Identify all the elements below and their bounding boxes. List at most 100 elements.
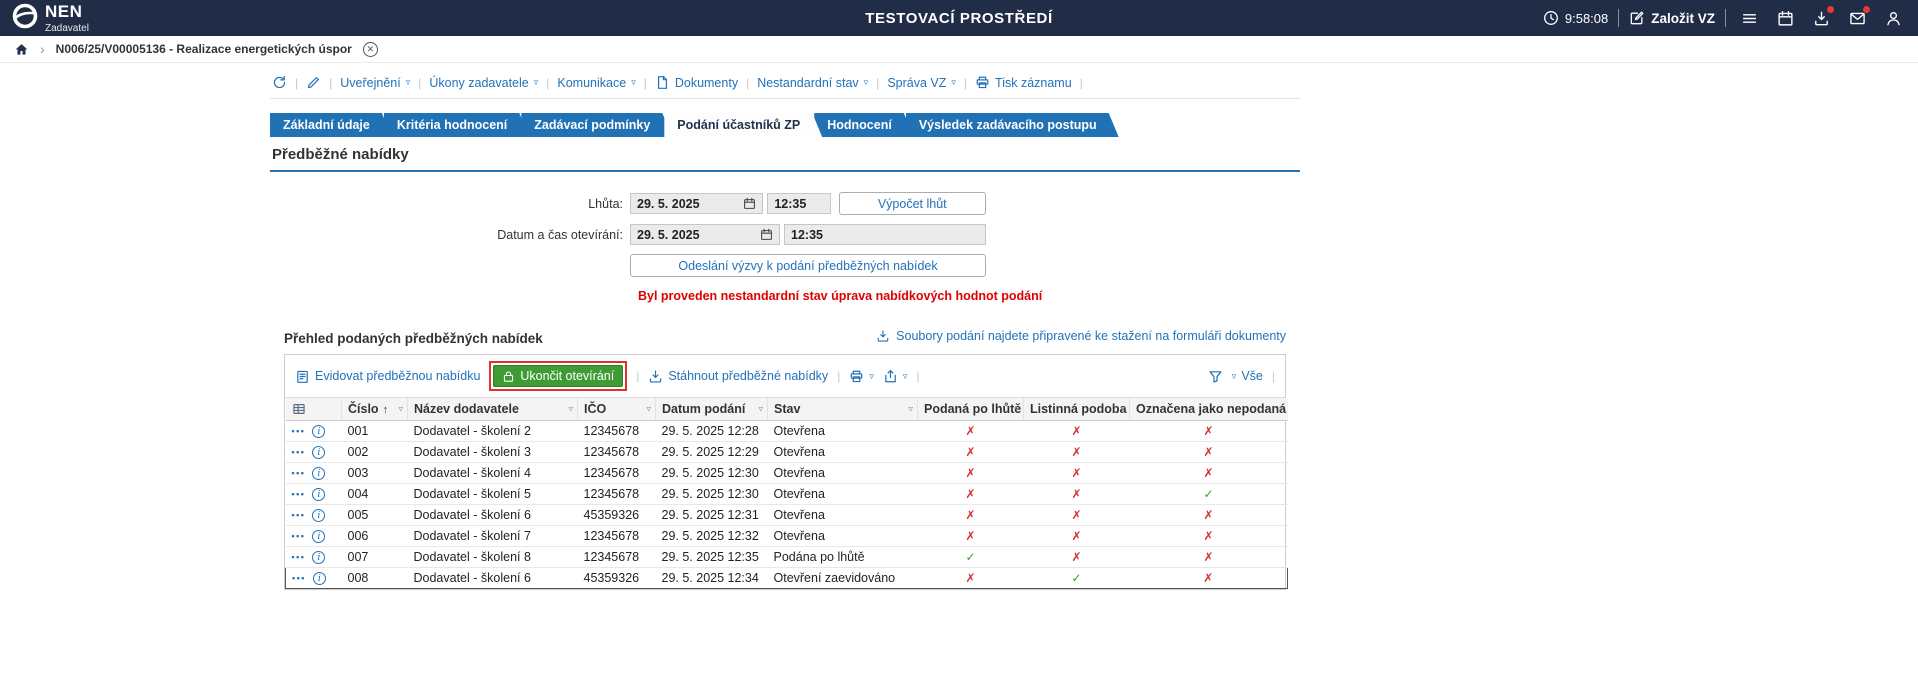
column-label: Datum podání xyxy=(662,402,745,416)
tab-kriteria-hodnoceni[interactable]: Kritéria hodnocení xyxy=(384,113,529,137)
end-opening-button[interactable]: Ukončit otevírání xyxy=(493,365,623,387)
filter-dropdown-icon[interactable]: ▿ xyxy=(398,404,403,415)
calendar-icon[interactable] xyxy=(743,197,756,210)
edit-record-button[interactable] xyxy=(306,75,321,90)
sort-asc-icon[interactable]: ↑ xyxy=(383,404,389,416)
cell-listinna-podoba: ✗ xyxy=(1024,547,1130,568)
opening-time-field[interactable]: 12:35 xyxy=(784,224,986,245)
info-icon[interactable]: i xyxy=(312,509,325,522)
table-row-002[interactable]: •••i002Dodavatel - školení 31234567829. … xyxy=(286,442,1288,463)
row-menu-button[interactable]: ••• xyxy=(292,531,306,541)
deadline-time-field[interactable]: 12:35 xyxy=(767,193,830,214)
nen-logo-icon xyxy=(12,3,38,34)
tab-zakladni-udaje[interactable]: Základní údaje xyxy=(270,113,392,137)
create-vz-button[interactable]: Založit VZ xyxy=(1629,10,1715,26)
toolbar-item-sprava-vz[interactable]: Správa VZ▿ xyxy=(887,76,956,90)
column-header-cislo[interactable]: Číslo↑▿ xyxy=(342,398,408,421)
row-menu-button[interactable]: ••• xyxy=(292,573,306,583)
filter-dropdown-icon[interactable]: ▿ xyxy=(1120,404,1125,415)
column-header-ico[interactable]: IČO▿ xyxy=(578,398,656,421)
menu-button[interactable] xyxy=(1736,5,1762,31)
tab-vysledek-zadavaciho-postupu[interactable]: Výsledek zadávacího postupu xyxy=(906,113,1119,137)
info-icon[interactable]: i xyxy=(312,530,325,543)
mail-icon xyxy=(1849,10,1866,27)
compute-deadlines-button[interactable]: Výpočet lhůt xyxy=(839,192,987,215)
download-bids-button[interactable]: Stáhnout předběžné nabídky xyxy=(648,369,828,384)
header-actions: 9:58:08 Založit VZ xyxy=(1543,5,1906,31)
breadcrumb-item[interactable]: N006/25/V00005136 - Realizace energetick… xyxy=(56,42,352,56)
cell-ico: 12345678 xyxy=(578,526,656,547)
tab-hodnoceni[interactable]: Hodnocení xyxy=(814,113,914,137)
row-menu-button[interactable]: ••• xyxy=(292,468,306,478)
table-row-008[interactable]: •••i008Dodavatel - školení 64535932629. … xyxy=(286,568,1288,589)
downloads-button[interactable] xyxy=(1808,5,1834,31)
export-button[interactable]: ▿ xyxy=(883,369,908,384)
cell-cislo: 008 xyxy=(342,568,408,589)
column-header-oznacena-jako-nepodana[interactable]: Označena jako nepodaná▿ xyxy=(1130,398,1288,421)
toolbar-item-tisk-zaznamu[interactable]: Tisk záznamu xyxy=(975,75,1072,90)
printer-icon xyxy=(849,369,864,384)
document-icon xyxy=(655,75,670,90)
cell-podana-po-lhute: ✗ xyxy=(918,484,1024,505)
submission-files-link[interactable]: Soubory podání najdete připravené ke sta… xyxy=(876,329,1286,343)
toolbar-item-nestandardni-stav[interactable]: Nestandardní stav▿ xyxy=(757,76,868,90)
opening-time-value: 12:35 xyxy=(791,228,823,242)
refresh-button[interactable] xyxy=(272,75,287,90)
toolbar-item-ukony-zadavatele[interactable]: Úkony zadavatele▿ xyxy=(429,76,538,90)
filter-dropdown-icon[interactable]: ▿ xyxy=(758,404,763,415)
info-icon[interactable]: i xyxy=(312,446,325,459)
toolbar-item-uverejneni[interactable]: Uveřejnění▿ xyxy=(340,76,410,90)
cell-ico: 12345678 xyxy=(578,547,656,568)
table-row-001[interactable]: •••i001Dodavatel - školení 21234567829. … xyxy=(286,421,1288,442)
filter-dropdown-icon[interactable]: ▿ xyxy=(568,404,573,415)
info-icon[interactable]: i xyxy=(312,467,325,480)
chevron-down-icon: ▿ xyxy=(903,372,908,381)
table-row-005[interactable]: •••i005Dodavatel - školení 64535932629. … xyxy=(286,505,1288,526)
toolbar-item-dokumenty[interactable]: Dokumenty xyxy=(655,75,738,90)
chevron-down-icon: ▿ xyxy=(534,78,539,87)
calendar-icon[interactable] xyxy=(760,228,773,241)
info-icon[interactable]: i xyxy=(312,425,325,438)
table-row-006[interactable]: •••i006Dodavatel - školení 71234567829. … xyxy=(286,526,1288,547)
row-menu-button[interactable]: ••• xyxy=(292,552,306,562)
cross-icon: ✗ xyxy=(1203,466,1213,480)
calendar-button[interactable] xyxy=(1772,5,1798,31)
info-icon[interactable]: i xyxy=(312,551,325,564)
column-header-stav[interactable]: Stav▿ xyxy=(768,398,918,421)
tab-podani-ucastniku-zp[interactable]: Podání účastníků ZP xyxy=(664,113,822,137)
filter-dropdown-icon[interactable]: ▿ xyxy=(908,404,913,415)
info-icon[interactable]: i xyxy=(313,572,326,585)
table-row-007[interactable]: •••i007Dodavatel - školení 81234567829. … xyxy=(286,547,1288,568)
send-invite-button[interactable]: Odeslání výzvy k podání předběžných nabí… xyxy=(630,254,986,277)
column-header-listinna-podoba[interactable]: Listinná podoba▿ xyxy=(1024,398,1130,421)
cell-nazev-dodavatele: Dodavatel - školení 8 xyxy=(408,547,578,568)
home-button[interactable] xyxy=(14,42,29,57)
table-row-003[interactable]: •••i003Dodavatel - školení 41234567829. … xyxy=(286,463,1288,484)
column-header-podana-po-lhute[interactable]: Podaná po lhůtě▿ xyxy=(918,398,1024,421)
row-menu-button[interactable]: ••• xyxy=(292,447,306,457)
record-preliminary-bid-button[interactable]: Evidovat předběžnou nabídku xyxy=(295,369,480,384)
row-menu-button[interactable]: ••• xyxy=(292,489,306,499)
table-row-004[interactable]: •••i004Dodavatel - školení 51234567829. … xyxy=(286,484,1288,505)
filter-dropdown-icon[interactable]: ▿ xyxy=(646,404,651,415)
nen-logo[interactable]: NEN Zadavatel xyxy=(12,3,89,34)
messages-button[interactable] xyxy=(1844,5,1870,31)
view-all-dropdown[interactable]: ▿ Vše xyxy=(1232,369,1263,383)
cross-icon: ✗ xyxy=(965,508,975,522)
filter-dropdown-icon[interactable]: ▿ xyxy=(1279,404,1284,415)
close-tab-icon[interactable]: ✕ xyxy=(363,42,378,57)
profile-button[interactable] xyxy=(1880,5,1906,31)
column-header-nazev-dodavatele[interactable]: Název dodavatele▿ xyxy=(408,398,578,421)
opening-date-field[interactable]: 29. 5. 2025 xyxy=(630,224,780,245)
column-header-datum-podani[interactable]: Datum podání ▿ xyxy=(656,398,768,421)
print-button[interactable]: ▿ xyxy=(849,369,874,384)
deadline-date-field[interactable]: 29. 5. 2025 xyxy=(630,193,763,214)
toolbar-item-komunikace[interactable]: Komunikace▿ xyxy=(557,76,635,90)
row-menu-button[interactable]: ••• xyxy=(292,426,306,436)
row-menu-button[interactable]: ••• xyxy=(292,510,306,520)
tab-zadavaci-podminky[interactable]: Zadávací podmínky xyxy=(521,113,672,137)
page-title: Předběžné nabídky xyxy=(272,146,1298,163)
info-icon[interactable]: i xyxy=(312,488,325,501)
filter-dropdown-icon[interactable]: ▿ xyxy=(1014,404,1019,415)
filter-button[interactable] xyxy=(1208,369,1223,384)
